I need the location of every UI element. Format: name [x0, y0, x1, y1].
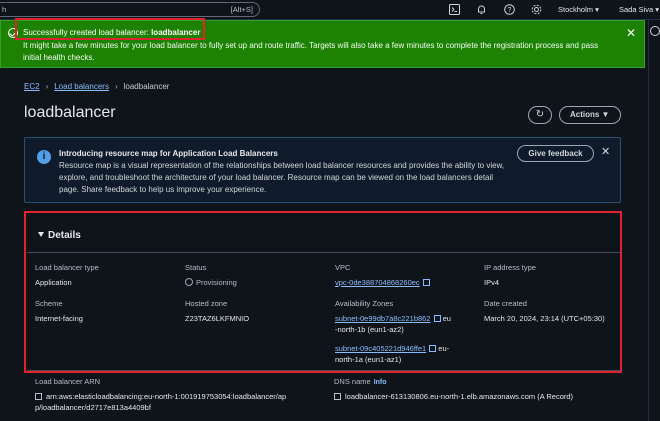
field-hosted-zone: Hosted zone Z23TAZ6LKFMNIO — [185, 299, 249, 324]
label: Load balancer type — [35, 263, 99, 272]
label: Date created — [484, 299, 527, 308]
actions-button[interactable]: Actions ▼ — [559, 106, 621, 124]
page-title: loadbalancer — [24, 104, 116, 121]
chevron-right-icon: › — [45, 82, 49, 91]
chevron-right-icon: › — [114, 82, 118, 91]
field-dns-name: DNS name Info loadbalancer-613130806.eu-n… — [334, 377, 634, 402]
label: Scheme — [35, 299, 63, 308]
status-value: Provisioning — [196, 278, 237, 287]
az-text: eu- — [438, 344, 450, 353]
arn-value-cont: p/loadbalancer/d2717e813a4409bf — [35, 403, 151, 412]
flash-close-icon[interactable]: ✕ — [626, 26, 636, 40]
breadcrumb-current: loadbalancer — [123, 82, 170, 91]
settings-icon — [650, 26, 660, 36]
search-shortcut: [Alt+S] — [230, 5, 253, 14]
breadcrumb-load-balancers[interactable]: Load balancers — [54, 82, 109, 91]
pending-icon — [185, 278, 193, 286]
resource-map-info-panel: i Introducing resource map for Applicati… — [24, 137, 621, 203]
svg-text:?: ? — [507, 7, 511, 14]
label: Hosted zone — [185, 299, 228, 308]
az-text: north-1a (eun1-az1) — [335, 355, 402, 364]
az-text: eu — [442, 314, 451, 323]
value: Z23TAZ6LKFMNIO — [185, 314, 250, 323]
copy-icon[interactable] — [334, 393, 341, 400]
search-value: h — [2, 5, 7, 14]
external-link-icon — [433, 315, 441, 322]
label: DNS name — [334, 377, 371, 386]
field-scheme: Scheme Internet-facing — [35, 299, 83, 324]
az-text: -north-1b (eun1-az2) — [335, 325, 404, 334]
account-menu[interactable]: Sada Siva ▾ — [619, 5, 659, 14]
divider — [27, 252, 621, 253]
field-availability-zones: Availability Zones subnet-0e99db7a8c221b… — [335, 299, 470, 365]
field-date-created: Date created March 20, 2024, 23:14 (UTC+… — [484, 299, 605, 324]
breadcrumb: EC2 › Load balancers › loadbalancer — [24, 82, 169, 91]
refresh-button[interactable]: ↻ — [528, 106, 552, 124]
field-lb-type: Load balancer type Application — [35, 263, 99, 288]
label: Status — [185, 263, 207, 272]
value: Internet-facing — [35, 314, 83, 323]
external-link-icon — [429, 345, 437, 352]
copy-icon[interactable] — [35, 393, 42, 400]
highlight-box — [15, 18, 205, 40]
field-status: Status Provisioning — [185, 263, 237, 288]
side-panel-toggle[interactable] — [648, 20, 660, 421]
search-input[interactable]: h [Alt+S] — [0, 2, 260, 17]
details-panel: Details Load balancer type Application S… — [24, 211, 622, 373]
field-lb-arn: Load balancer ARN arn:aws:elasticloadbal… — [35, 377, 325, 413]
value: March 20, 2024, 23:14 (UTC+05:30) — [484, 314, 605, 323]
details-heading: Details — [48, 230, 81, 241]
field-ip-type: IP address type IPv4 — [484, 263, 536, 288]
cloudshell-icon[interactable] — [448, 4, 460, 16]
give-feedback-button[interactable]: Give feedback — [517, 145, 594, 162]
label: Availability Zones — [335, 299, 394, 308]
top-navigation: h [Alt+S] ? Stockholm ▾ Sada Siva ▾ — [0, 0, 660, 421]
details-toggle[interactable]: Details — [38, 230, 81, 241]
region-selector[interactable]: Stockholm ▾ — [558, 5, 599, 14]
help-icon[interactable]: ? — [503, 4, 515, 16]
info-text: Resource map is a visual representation … — [59, 161, 505, 194]
label: VPC — [335, 263, 351, 272]
value: Application — [35, 278, 72, 287]
info-title: Introducing resource map for Application… — [59, 149, 278, 158]
value: IPv4 — [484, 278, 500, 287]
info-close-icon[interactable]: ✕ — [601, 145, 610, 158]
divider — [27, 370, 621, 371]
caret-down-icon — [38, 232, 44, 237]
external-link-icon — [422, 279, 430, 286]
label: Load balancer ARN — [35, 377, 101, 386]
subnet-link[interactable]: subnet-09c405221d946ffe1 — [335, 344, 426, 353]
info-link[interactable]: Info — [374, 379, 387, 386]
dns-value: loadbalancer-613130806.eu-north-1.elb.am… — [345, 392, 574, 401]
breadcrumb-ec2[interactable]: EC2 — [24, 82, 40, 91]
vpc-link[interactable]: vpc-0de388704868260ec — [335, 278, 420, 287]
info-icon: i — [37, 150, 51, 164]
subnet-link[interactable]: subnet-0e99db7a8c221b862 — [335, 314, 431, 323]
gear-icon[interactable] — [530, 4, 542, 16]
flash-message: It might take a few minutes for your loa… — [23, 41, 599, 62]
field-vpc: VPC vpc-0de388704868260ec — [335, 263, 430, 288]
label: IP address type — [484, 263, 536, 272]
arn-value: arn:aws:elasticloadbalancing:eu-north-1:… — [46, 392, 287, 401]
bell-icon[interactable] — [475, 4, 487, 16]
